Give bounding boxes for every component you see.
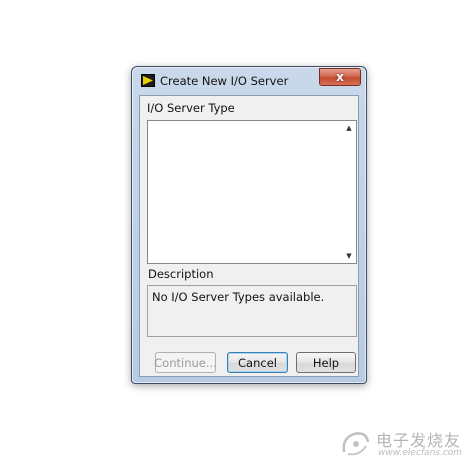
watermark-url: www.elecfans.com (378, 448, 463, 458)
title-bar[interactable]: Create New I/O Server x (132, 67, 366, 95)
close-button[interactable]: x (319, 68, 361, 86)
io-server-type-list[interactable]: ▲ ▼ (147, 120, 357, 264)
continue-button[interactable]: Continue... (154, 352, 217, 373)
scroll-down-arrow-icon[interactable]: ▼ (342, 249, 356, 263)
io-server-type-label: I/O Server Type (147, 101, 235, 115)
description-box: No I/O Server Types available. (147, 285, 357, 337)
vertical-scrollbar[interactable]: ▲ ▼ (342, 121, 356, 263)
elecfans-logo-icon (340, 428, 372, 462)
window-title: Create New I/O Server (160, 74, 289, 88)
page: Create New I/O Server x I/O Server Type … (0, 0, 474, 467)
cancel-button[interactable]: Cancel (227, 352, 288, 373)
description-label: Description (148, 267, 214, 281)
help-button[interactable]: Help (296, 352, 356, 373)
dialog-window: Create New I/O Server x I/O Server Type … (131, 66, 367, 384)
labview-run-arrow-icon (141, 74, 155, 87)
close-icon: x (336, 70, 344, 84)
dialog-client-area: I/O Server Type ▲ ▼ Description No I/O S… (139, 95, 359, 377)
description-text: No I/O Server Types available. (152, 290, 325, 304)
watermark: 电子发烧友 www.elecfans.com (340, 424, 463, 464)
scroll-up-arrow-icon[interactable]: ▲ (342, 121, 356, 135)
